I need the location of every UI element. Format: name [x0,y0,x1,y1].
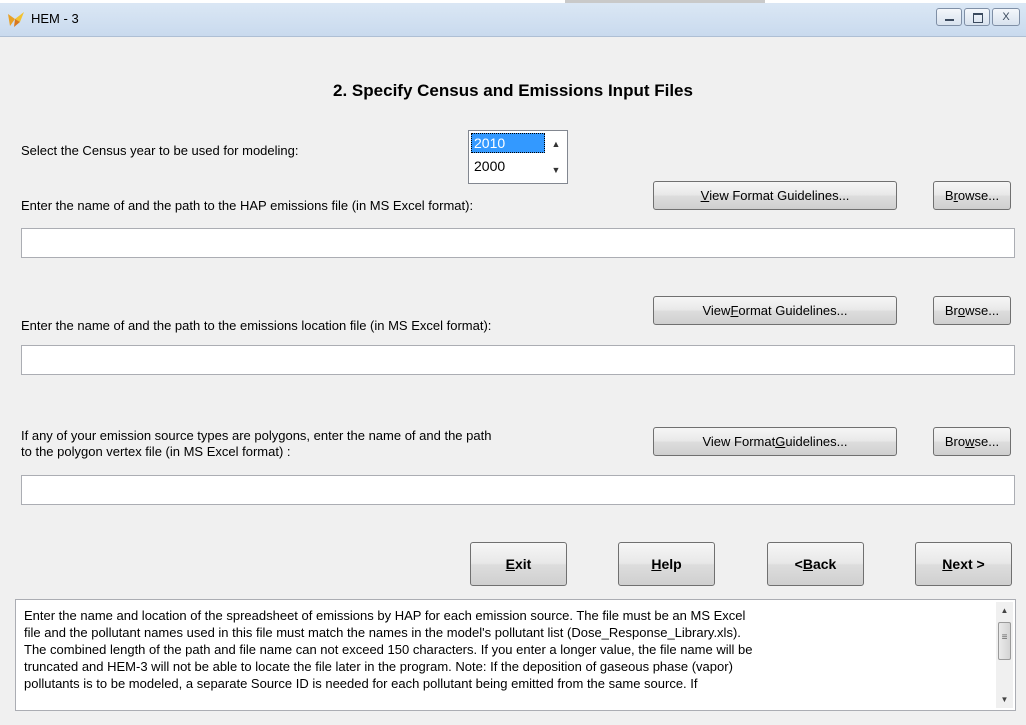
location-guidelines-post: ormat Guidelines... [738,303,848,318]
polygon-vertex-label-line1: If any of your emission source types are… [21,428,492,443]
close-icon[interactable]: X [992,8,1020,26]
back-pre: < [794,556,803,572]
next-rest: ext > [952,556,985,572]
scroll-down-icon[interactable]: ▼ [546,158,566,182]
hap-guidelines-post: iew Format Guidelines... [709,188,850,203]
window-controls: X [936,8,1020,26]
scroll-up-icon[interactable]: ▲ [996,602,1013,619]
location-guidelines-pre: View [702,303,731,318]
polygon-guidelines-key: G [775,434,786,449]
hap-guidelines-key: V [700,188,710,203]
location-view-format-guidelines-button[interactable]: View Format Guidelines... [653,296,897,325]
polygon-view-format-guidelines-button[interactable]: View Format Guidelines... [653,427,897,456]
polygon-guidelines-pre: View Format [702,434,776,449]
hap-emissions-label: Enter the name of and the path to the HA… [21,198,474,213]
polygon-browse-key: w [965,434,975,449]
close-glyph: X [1002,11,1010,23]
back-rest: ack [812,556,837,572]
top-edge-notch [565,0,765,3]
hap-view-format-guidelines-button[interactable]: View Format Guidelines... [653,181,897,210]
hap-emissions-file-field[interactable] [21,228,1015,258]
scroll-up-icon[interactable]: ▲ [546,132,566,156]
help-button[interactable]: Help [618,542,715,586]
scroll-down-icon[interactable]: ▼ [996,691,1013,708]
title-bar[interactable]: HEM - 3 X [0,0,1026,37]
window-title: HEM - 3 [31,11,79,26]
description-textbox[interactable]: Enter the name and location of the sprea… [15,599,1016,711]
exit-key: E [505,556,515,572]
back-key: B [802,556,813,572]
hap-browse-button[interactable]: Br owse... [933,181,1011,210]
emissions-location-label: Enter the name of and the path to the em… [21,318,492,333]
hem3-window: HEM - 3 X 2. Specify Census and Emission… [0,0,1026,725]
maximize-icon[interactable] [964,8,990,26]
location-browse-post: wse... [965,303,1000,318]
next-button[interactable]: Next > [915,542,1012,586]
back-button[interactable]: < Back [767,542,864,586]
page-title: 2. Specify Census and Emissions Input Fi… [333,81,693,100]
exit-rest: xit [515,556,532,572]
polygon-browse-post: se... [974,434,1000,449]
description-scrollbar[interactable]: ▲ ▼ [996,602,1013,708]
emissions-location-file-field[interactable] [21,345,1015,375]
exit-button[interactable]: Exit [470,542,567,586]
census-year-option-2000[interactable]: 2000 [471,156,545,176]
polygon-vertex-label-line2: to the polygon vertex file (in MS Excel … [21,444,291,459]
census-year-option-2010[interactable]: 2010 [471,133,545,153]
polygon-browse-pre: Bro [944,434,966,449]
census-year-listbox[interactable]: 2010 2000 ▲ ▼ [468,130,568,184]
hap-browse-post: owse... [957,188,1000,203]
minimize-icon[interactable] [936,8,962,26]
help-key: H [651,556,662,572]
polygon-guidelines-post: uidelines... [785,434,848,449]
next-key: N [942,556,953,572]
census-year-label: Select the Census year to be used for mo… [21,143,299,158]
top-edge [0,0,1026,3]
scroll-thumb[interactable] [998,622,1011,660]
polygon-vertex-file-field[interactable] [21,475,1015,505]
location-browse-button[interactable]: Br o wse... [933,296,1011,325]
app-icon [8,12,24,27]
location-guidelines-key: F [730,303,739,318]
hap-browse-pre: B [944,188,954,203]
description-text: Enter the name and location of the sprea… [24,608,753,691]
help-rest: elp [661,556,682,572]
location-browse-pre: Br [944,303,958,318]
polygon-browse-button[interactable]: Bro w se... [933,427,1011,456]
